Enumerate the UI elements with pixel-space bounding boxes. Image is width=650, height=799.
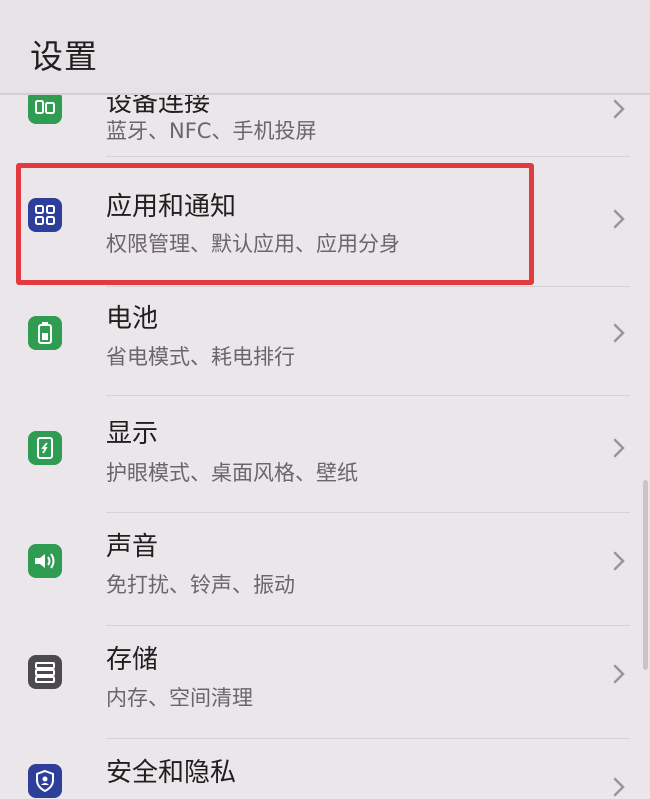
battery-icon: [28, 316, 62, 350]
settings-item-storage[interactable]: 存储 内存、空间清理: [0, 635, 650, 745]
storage-icon: [28, 655, 62, 689]
row-divider: [106, 625, 630, 626]
sound-icon: [28, 544, 62, 578]
highlight-box: [16, 163, 534, 285]
header-divider: [0, 93, 650, 95]
row-divider: [106, 286, 630, 287]
chevron-right-icon: [613, 551, 625, 571]
chevron-right-icon: [613, 209, 625, 229]
settings-item-sound[interactable]: 声音 免打扰、铃声、振动: [0, 520, 650, 632]
chevron-right-icon: [613, 664, 625, 684]
page-title: 设置: [30, 37, 98, 76]
settings-item-sub: 免打扰、铃声、振动: [106, 573, 295, 597]
chevron-right-icon: [613, 99, 625, 119]
settings-item-sub: 蓝牙、NFC、手机投屏: [106, 119, 317, 143]
settings-item-label: 存储: [106, 645, 159, 675]
settings-item-label: 电池: [106, 304, 159, 334]
row-divider: [106, 395, 630, 396]
row-divider: [106, 738, 630, 739]
row-divider: [106, 156, 630, 157]
device-connect-icon: [28, 90, 62, 124]
settings-item-sub: 省电模式、耗电排行: [106, 345, 295, 369]
settings-item-sub: 护眼模式、桌面风格、壁纸: [106, 461, 358, 485]
settings-item-label: 显示: [106, 419, 159, 449]
settings-item-label: 声音: [106, 532, 159, 562]
display-icon: [28, 431, 62, 465]
app-header-mask: 设置: [0, 0, 650, 93]
settings-item-label: 安全和隐私: [106, 758, 237, 788]
settings-item-battery[interactable]: 电池 省电模式、耗电排行: [0, 290, 650, 400]
chevron-right-icon: [613, 438, 625, 458]
settings-item-display[interactable]: 显示 护眼模式、桌面风格、壁纸: [0, 405, 650, 517]
settings-item-sub: 内存、空间清理: [106, 686, 253, 710]
chevron-right-icon: [613, 323, 625, 343]
security-icon: [28, 764, 62, 798]
settings-item-security[interactable]: 安全和隐私: [0, 748, 650, 799]
scrollbar[interactable]: [643, 480, 648, 670]
chevron-right-icon: [613, 777, 625, 797]
row-divider: [106, 512, 630, 513]
